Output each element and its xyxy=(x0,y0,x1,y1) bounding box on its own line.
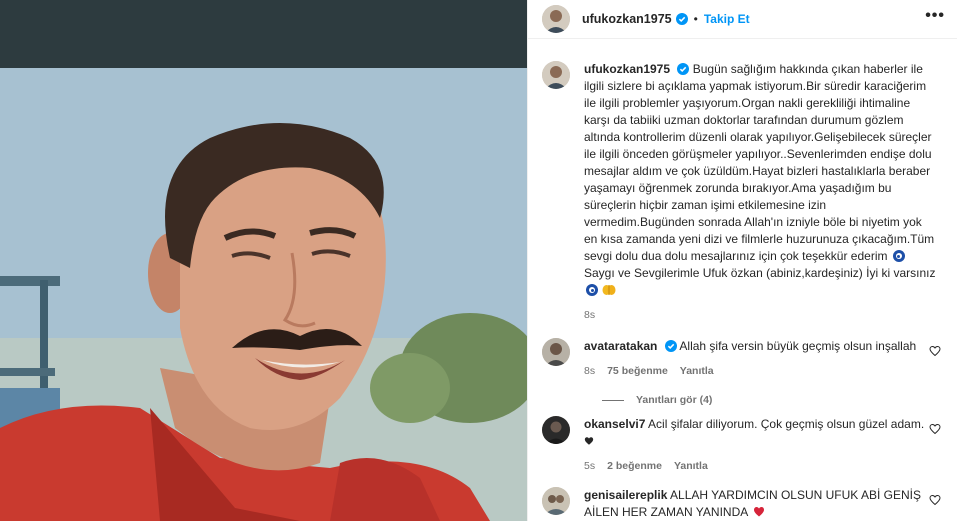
comment-time[interactable]: 8s xyxy=(584,363,595,380)
commenter-avatar[interactable] xyxy=(542,487,570,515)
man-smiling-photo xyxy=(0,68,527,521)
comment-time[interactable]: 5s xyxy=(584,458,595,475)
nazar-eye-emoji-icon xyxy=(892,250,905,262)
praying-hands-emoji-icon xyxy=(602,284,616,296)
view-replies-label[interactable]: Yanıtları gör (4) xyxy=(636,394,712,406)
comment-username[interactable]: genisailereplik xyxy=(584,488,667,502)
media-top-band xyxy=(0,0,527,68)
verified-badge-icon xyxy=(677,63,690,75)
heart-outline-icon[interactable] xyxy=(929,422,941,435)
author-username[interactable]: ufukozkan1975 xyxy=(582,12,672,26)
caption-username[interactable]: ufukozkan1975 xyxy=(584,62,670,76)
comment-username[interactable]: okanselvi7 xyxy=(584,417,645,431)
comment-likes[interactable]: 75 beğenme xyxy=(607,363,668,380)
follow-button[interactable]: Takip Et xyxy=(704,12,750,26)
commenter-avatar[interactable] xyxy=(542,416,570,444)
comment-item: genisailereplik ALLAH YARDIMCIN OLSUN UF… xyxy=(542,487,943,521)
verified-badge-icon xyxy=(664,340,677,352)
heart-outline-icon[interactable] xyxy=(929,493,941,506)
caption-time[interactable]: 8s xyxy=(584,307,595,324)
caption-text: Bugün sağlığım hakkında çıkan haberler i… xyxy=(584,62,935,263)
reply-button[interactable]: Yanıtla xyxy=(680,363,714,380)
comment-text: Acil şifalar diliyorum. Çok geçmiş olsun… xyxy=(648,417,925,431)
comment-likes[interactable]: 2 beğenme xyxy=(607,458,662,475)
comment-meta: 8s 75 beğenme Yanıtla xyxy=(584,363,943,380)
replies-divider xyxy=(602,399,624,401)
author-avatar[interactable] xyxy=(542,5,570,33)
red-heart-emoji-icon xyxy=(753,505,765,517)
comment-text: Allah şifa versin büyük geçmiş olsun inş… xyxy=(679,339,917,353)
nazar-eye-emoji-icon xyxy=(586,284,598,296)
comment-username[interactable]: avataratakan xyxy=(584,339,657,353)
post-media[interactable] xyxy=(0,0,527,521)
comment-meta: 5s 2 beğenme Yanıtla xyxy=(584,458,943,475)
black-heart-emoji-icon xyxy=(584,434,594,445)
comment-item: okanselvi7 Acil şifalar diliyorum. Çok g… xyxy=(542,416,943,475)
caption-meta: 8s xyxy=(584,307,937,324)
heart-outline-icon[interactable] xyxy=(929,344,941,357)
more-options-icon[interactable]: ••• xyxy=(925,8,945,30)
post-photo xyxy=(0,68,527,521)
commenter-avatar[interactable] xyxy=(542,338,570,366)
comments-scroll-area[interactable]: ufukozkan1975 Bugün sağlığım hakkında çı… xyxy=(528,40,957,521)
caption-text-line2: Saygı ve Sevgilerimle Ufuk özkan (abiniz… xyxy=(584,266,936,280)
view-replies-button[interactable]: Yanıtları gör (4) xyxy=(602,394,943,406)
comment-item: avataratakan Allah şifa versin büyük geç… xyxy=(542,338,943,380)
post-header: ufukozkan1975 • Takip Et ••• xyxy=(528,0,957,39)
caption-avatar[interactable] xyxy=(542,61,570,89)
post-side-panel: ufukozkan1975 • Takip Et ••• ufukozkan19… xyxy=(527,0,957,521)
post-caption: ufukozkan1975 Bugün sağlığım hakkında çı… xyxy=(542,61,943,324)
reply-button[interactable]: Yanıtla xyxy=(674,458,708,475)
verified-badge-icon xyxy=(675,13,688,25)
header-separator: • xyxy=(693,12,698,26)
